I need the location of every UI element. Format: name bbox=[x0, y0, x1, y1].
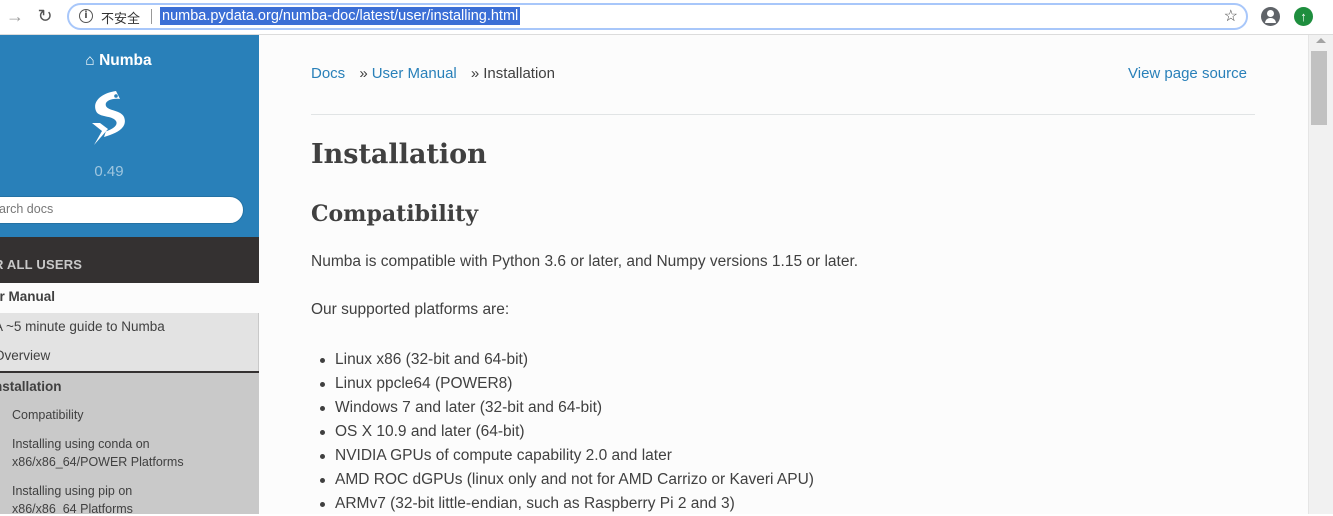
main-content: Docs » User Manual » Installation View pag… bbox=[259, 35, 1308, 514]
divider bbox=[311, 114, 1255, 115]
numba-logo-icon[interactable] bbox=[86, 87, 134, 151]
menu-item-label: Overview bbox=[0, 348, 51, 363]
page-title: Installation bbox=[311, 139, 487, 170]
menu-item-overview[interactable]: Overview bbox=[0, 342, 259, 371]
section-heading: Compatibility bbox=[311, 201, 479, 227]
update-arrow-icon[interactable]: ↑ bbox=[1294, 7, 1313, 26]
forward-arrow-icon[interactable]: → bbox=[4, 5, 26, 27]
project-name: Numba bbox=[99, 52, 152, 69]
menu-caption: R ALL USERS bbox=[0, 257, 83, 272]
breadcrumb: Docs » User Manual » Installation bbox=[311, 65, 555, 82]
scrollbar-thumb[interactable] bbox=[1311, 51, 1327, 125]
view-page-source-link[interactable]: View page source bbox=[1128, 65, 1247, 82]
menu-item-pip[interactable]: Installing using pip on x86/x86_64 Platf… bbox=[0, 478, 259, 514]
menu-item-installation[interactable]: nstallation bbox=[0, 373, 259, 402]
menu-item-label: Installing using pip on bbox=[12, 484, 133, 498]
menu-item-label: x86/x86_64/POWER Platforms bbox=[12, 455, 184, 469]
address-divider bbox=[151, 9, 152, 24]
page-scrollbar[interactable] bbox=[1308, 35, 1333, 514]
list-item: ARMv7 (32-bit little-endian, such as Ras… bbox=[311, 492, 814, 516]
menu-item-label: Compatibility bbox=[12, 408, 84, 422]
list-item: AMD ROC dGPUs (linux only and not for AM… bbox=[311, 468, 814, 492]
compatibility-paragraph: Numba is compatible with Python 3.6 or l… bbox=[311, 253, 859, 270]
platforms-intro: Our supported platforms are: bbox=[311, 301, 510, 318]
menu-item-compatibility[interactable]: Compatibility bbox=[0, 402, 259, 432]
menu-item-label: x86/x86_64 Platforms bbox=[12, 502, 133, 514]
url-text[interactable]: numba.pydata.org/numba-doc/latest/user/i… bbox=[160, 7, 521, 25]
list-item: NVIDIA GPUs of compute capability 2.0 an… bbox=[311, 444, 814, 468]
breadcrumb-docs[interactable]: Docs bbox=[311, 65, 345, 82]
home-icon: ⌂ bbox=[85, 52, 95, 69]
list-item: OS X 10.9 and later (64-bit) bbox=[311, 420, 814, 444]
address-bar[interactable]: i 不安全 numba.pydata.org/numba-doc/latest/… bbox=[67, 3, 1248, 30]
breadcrumb-separator: » bbox=[470, 65, 480, 82]
version-label: 0.49 bbox=[94, 163, 124, 180]
reload-icon[interactable]: ↻ bbox=[34, 5, 56, 27]
platform-list: Linux x86 (32-bit and 64-bit) Linux ppcl… bbox=[311, 348, 814, 516]
menu-item-label: nstallation bbox=[0, 379, 62, 394]
list-item: Linux x86 (32-bit and 64-bit) bbox=[311, 348, 814, 372]
scroll-up-arrow-icon[interactable] bbox=[1316, 38, 1326, 43]
breadcrumb-user-manual[interactable]: User Manual bbox=[372, 65, 457, 82]
menu-item-conda[interactable]: Installing using conda on x86/x86_64/POW… bbox=[0, 432, 259, 478]
search-placeholder: arch docs bbox=[0, 202, 54, 216]
menu-item-label: Installing using conda on bbox=[12, 437, 150, 451]
project-home-link[interactable]: ⌂ Numba bbox=[0, 52, 237, 70]
menu-item-label: er Manual bbox=[0, 289, 56, 304]
list-item: Linux ppcle64 (POWER8) bbox=[311, 372, 814, 396]
bookmark-star-icon[interactable]: ☆ bbox=[1224, 6, 1238, 26]
browser-toolbar: → ↻ i 不安全 numba.pydata.org/numba-doc/lat… bbox=[0, 0, 1333, 35]
list-item: Windows 7 and later (32-bit and 64-bit) bbox=[311, 396, 814, 420]
breadcrumb-current: Installation bbox=[483, 65, 555, 82]
menu-item-user-manual[interactable]: er Manual bbox=[0, 283, 259, 313]
insecure-label[interactable]: 不安全 bbox=[101, 8, 140, 27]
menu-item-label: A ~5 minute guide to Numba bbox=[0, 319, 165, 334]
sidebar: ⌂ Numba 0.49 arch docs R ALL USERS er Ma… bbox=[0, 35, 259, 514]
breadcrumb-separator: » bbox=[359, 65, 368, 82]
sidebar-header: ⌂ Numba 0.49 arch docs bbox=[0, 35, 259, 237]
menu-item-5-minute-guide[interactable]: A ~5 minute guide to Numba bbox=[0, 313, 259, 342]
account-icon[interactable] bbox=[1261, 7, 1280, 26]
info-icon[interactable]: i bbox=[79, 9, 93, 23]
search-input[interactable]: arch docs bbox=[0, 196, 244, 224]
